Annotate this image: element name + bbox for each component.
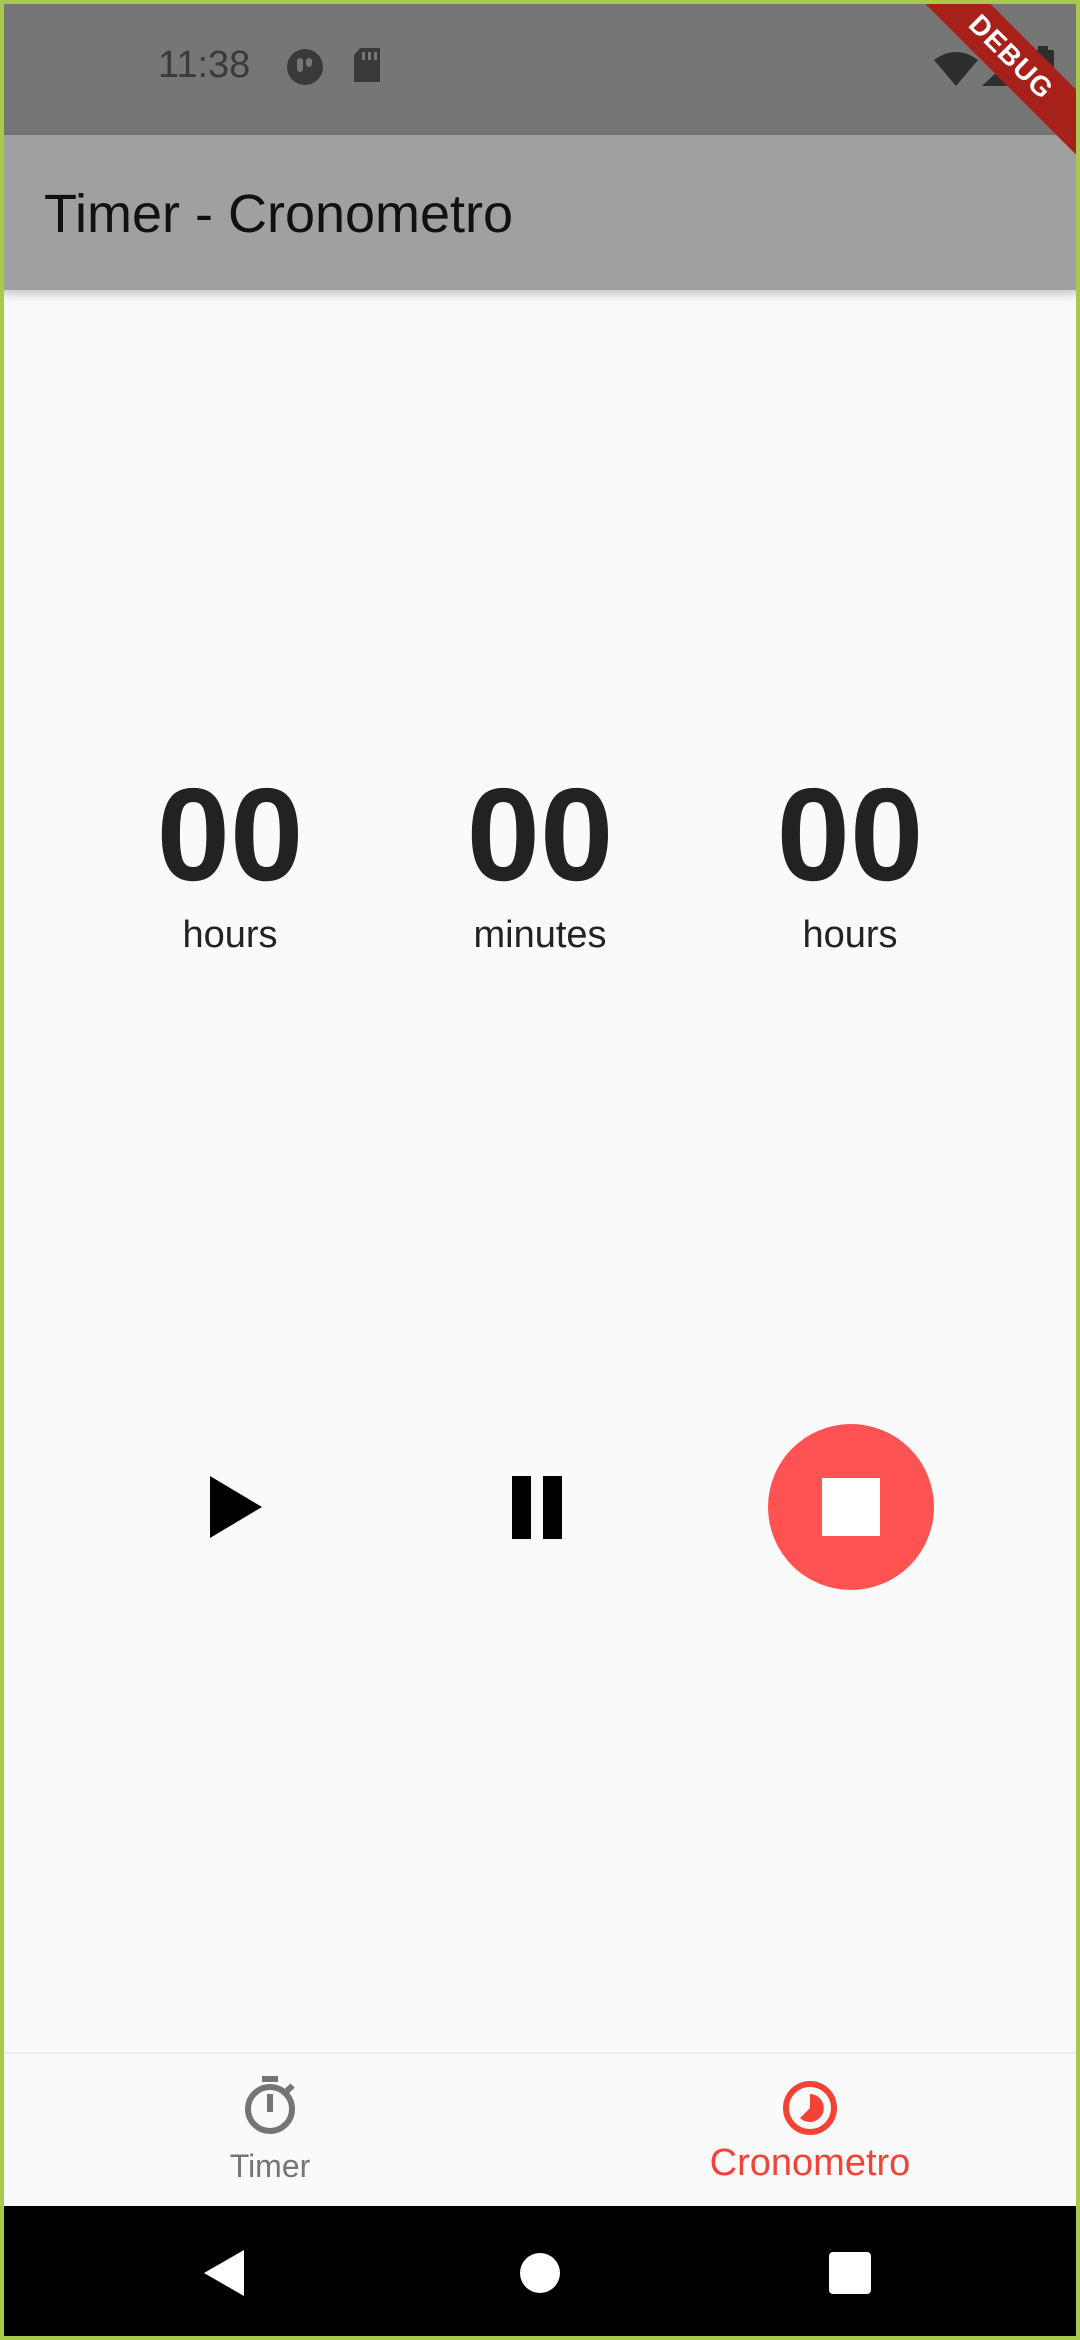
timelapse-icon <box>783 2081 837 2135</box>
nav-label-timer: Timer <box>229 2148 311 2184</box>
status-time: 11:38 <box>158 44 251 86</box>
hours-display: 00 hours <box>100 760 360 957</box>
seconds-label: hours <box>802 914 898 956</box>
hours-value: 00 <box>156 761 304 908</box>
play-icon <box>210 1476 262 1538</box>
stopwatch-icon <box>245 2076 295 2134</box>
minutes-value: 00 <box>466 761 614 908</box>
sd-card-icon <box>354 48 380 82</box>
nav-item-cronometro[interactable]: Cronometro <box>540 2054 1080 2204</box>
stop-button[interactable] <box>768 1424 934 1590</box>
debug-banner: DEBUG <box>910 0 1080 170</box>
back-icon[interactable] <box>200 2248 248 2298</box>
minutes-label: minutes <box>473 914 607 956</box>
seconds-value: 00 <box>776 761 924 908</box>
home-icon[interactable] <box>519 2252 561 2294</box>
pause-button[interactable] <box>486 1444 596 1570</box>
stop-icon <box>822 1478 880 1536</box>
minutes-display: 00 minutes <box>410 760 670 957</box>
play-button[interactable] <box>180 1444 290 1570</box>
page-title: Timer - Cronometro <box>44 184 514 244</box>
hours-label: hours <box>182 914 278 956</box>
notification-app-icon <box>287 49 323 85</box>
system-navigation-bar <box>0 2206 1080 2340</box>
pause-icon <box>512 1476 562 1539</box>
nav-item-timer[interactable]: Timer <box>0 2054 540 2204</box>
nav-label-cronometro: Cronometro <box>709 2142 911 2184</box>
bottom-navigation: Timer Cronometro <box>0 2052 1080 2202</box>
recents-icon[interactable] <box>829 2252 871 2294</box>
device-frame <box>0 0 1080 2340</box>
seconds-display: 00 hours <box>720 760 980 957</box>
debug-banner-label: DEBUG <box>910 0 1080 162</box>
